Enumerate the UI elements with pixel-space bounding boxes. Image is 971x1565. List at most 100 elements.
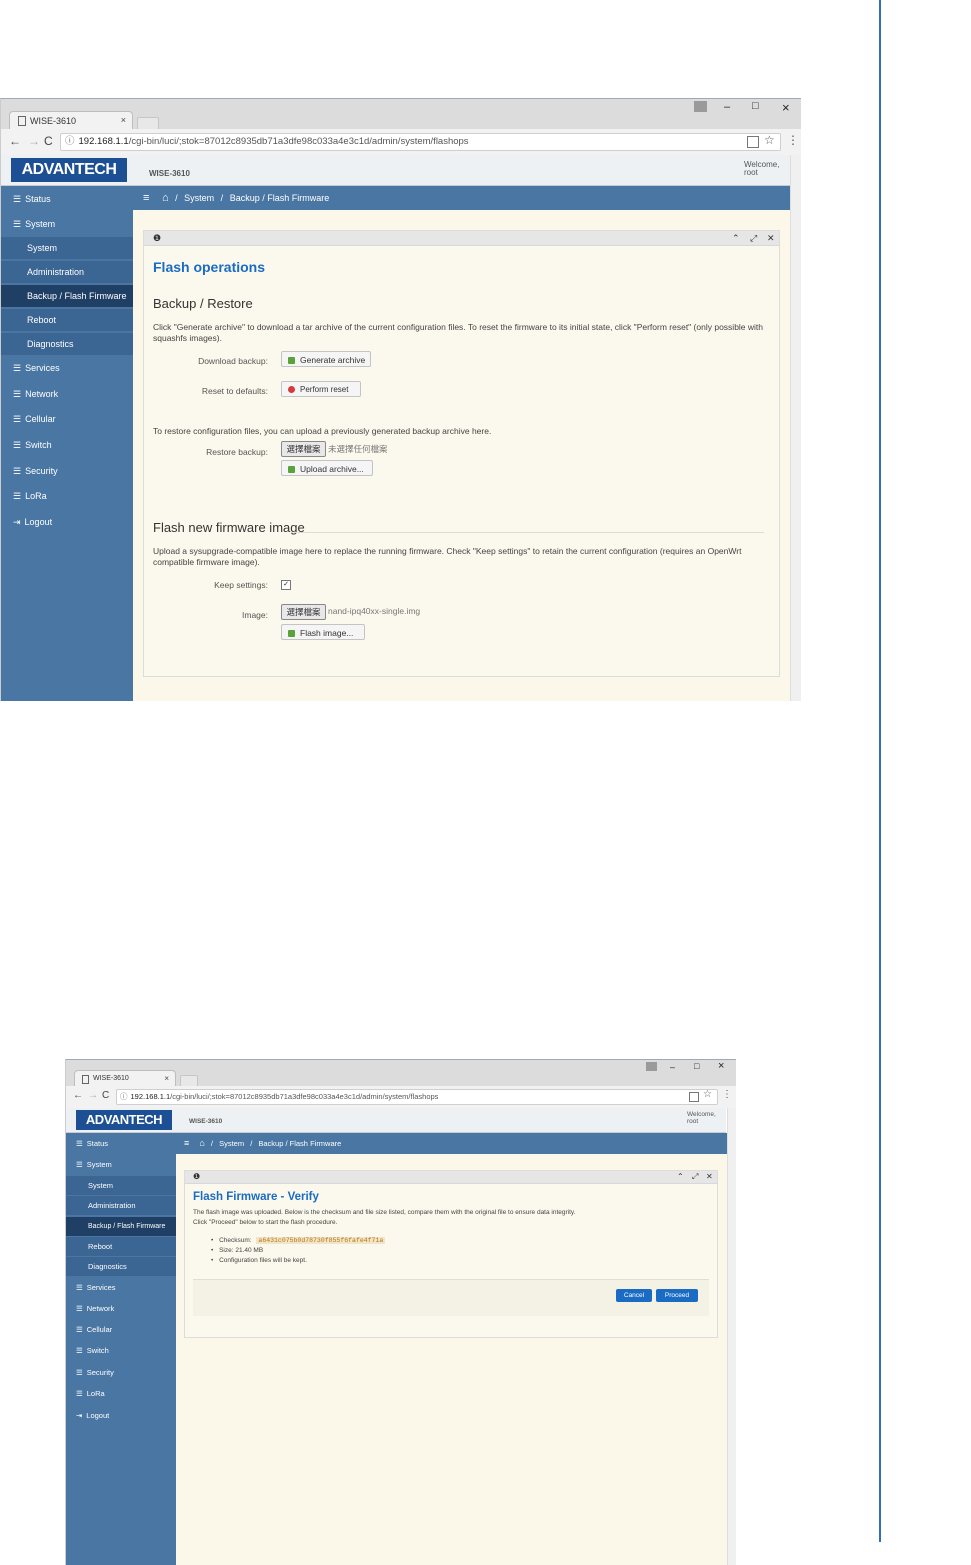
- sidebar-item-logout[interactable]: ⇥ Logout: [66, 1407, 176, 1425]
- sidebar-subitem-diagnostics[interactable]: Diagnostics: [66, 1257, 176, 1276]
- sidebar-item-status[interactable]: ☰ Status: [1, 189, 133, 209]
- sidebar-label: Administration: [27, 267, 85, 277]
- sidebar-item-status[interactable]: ☰ Status: [66, 1135, 176, 1153]
- collapse-icon[interactable]: ⌃: [677, 1172, 684, 1181]
- verify-instruction: Click "Proceed" below to start the flash…: [193, 1219, 338, 1226]
- list-icon: ☰: [76, 1368, 83, 1377]
- maximize-button[interactable]: □: [694, 1061, 699, 1071]
- scrollbar[interactable]: [790, 155, 801, 701]
- profile-icon[interactable]: [694, 101, 707, 112]
- sidebar-item-switch[interactable]: ☰ Switch: [66, 1342, 176, 1360]
- browser-tab[interactable]: WISE-3610 ×: [9, 111, 133, 130]
- browser-tabbar: WISE-3610 × – □ ×: [1, 99, 801, 130]
- sidebar-label: Services: [25, 363, 60, 373]
- minimize-button[interactable]: –: [724, 101, 730, 113]
- sidebar-label: Status: [25, 194, 51, 204]
- sidebar-item-network[interactable]: ☰ Network: [1, 384, 133, 404]
- forward-button[interactable]: →: [28, 134, 40, 148]
- sidebar-item-security[interactable]: ☰ Security: [1, 461, 133, 481]
- sidebar-subitem-reboot[interactable]: Reboot: [66, 1237, 176, 1256]
- home-icon[interactable]: ⌂: [162, 192, 169, 204]
- close-window-button[interactable]: ×: [782, 100, 790, 115]
- breadcrumb-bar: ≡ ⌂ / System / Backup / Flash Firmware: [133, 186, 790, 210]
- advantech-logo[interactable]: ADVANTECH: [76, 1110, 172, 1130]
- checksum-row: • Checksum: a6431c075b0d78730f855f6fafe4…: [211, 1237, 386, 1244]
- browser-toolbar: ← → C ⓘ 192.168.1.1/cgi-bin/luci/;stok=87…: [1, 129, 801, 155]
- sidebar-subitem-system[interactable]: System: [66, 1176, 176, 1195]
- translate-icon[interactable]: [689, 1092, 699, 1102]
- close-panel-icon[interactable]: ✕: [706, 1172, 713, 1181]
- list-icon: ☰: [13, 491, 22, 501]
- star-icon[interactable]: ☆: [703, 1089, 712, 1100]
- profile-icon[interactable]: [646, 1062, 657, 1071]
- no-file-chosen: 未選擇任何檔案: [328, 444, 388, 454]
- advantech-logo[interactable]: ADVANTECH: [11, 158, 127, 182]
- reload-button[interactable]: C: [102, 1090, 109, 1101]
- translate-icon[interactable]: [747, 136, 759, 148]
- browser-toolbar: ← → C ⓘ 192.168.1.1/cgi-bin/luci/;stok=87…: [66, 1086, 736, 1108]
- sidebar: ☰ Status ☰ System System Administration Ba…: [1, 186, 133, 701]
- sidebar-subitem-diagnostics[interactable]: Diagnostics: [1, 333, 133, 355]
- sidebar-item-services[interactable]: ☰ Services: [1, 358, 133, 378]
- address-bar[interactable]: ⓘ 192.168.1.1/cgi-bin/luci/;stok=87012c89…: [60, 133, 781, 151]
- section-title-flash: Flash new firmware image: [153, 520, 305, 535]
- maximize-button[interactable]: □: [752, 100, 759, 112]
- back-button[interactable]: ←: [73, 1090, 83, 1101]
- sidebar-item-services[interactable]: ☰ Services: [66, 1279, 176, 1297]
- minimize-button[interactable]: –: [670, 1062, 675, 1072]
- address-bar[interactable]: ⓘ 192.168.1.1/cgi-bin/luci/;stok=87012c89…: [116, 1089, 718, 1105]
- sidebar-subitem-administration[interactable]: Administration: [1, 261, 133, 283]
- sidebar-subitem-backup-flash[interactable]: Backup / Flash Firmware: [66, 1217, 176, 1236]
- reload-button[interactable]: C: [44, 134, 53, 148]
- list-icon: ☰: [13, 194, 22, 204]
- tab-close-icon[interactable]: ×: [121, 115, 126, 125]
- browser-tab[interactable]: WISE-3610 ×: [74, 1070, 176, 1087]
- verify-description: The flash image was uploaded. Below is t…: [193, 1209, 576, 1216]
- choose-file-button[interactable]: 選擇檔案: [281, 441, 326, 457]
- close-window-button[interactable]: ×: [718, 1060, 724, 1072]
- sidebar-item-switch[interactable]: ☰ Switch: [1, 435, 133, 455]
- upload-archive-button[interactable]: Upload archive...: [281, 460, 373, 476]
- menu-icon[interactable]: ⋮: [722, 1089, 732, 1100]
- breadcrumb-system[interactable]: System: [219, 1139, 244, 1148]
- info-icon: ⓘ: [65, 136, 75, 147]
- sidebar-item-lora[interactable]: ☰ LoRa: [66, 1385, 176, 1403]
- sidebar-subitem-system[interactable]: System: [1, 237, 133, 259]
- flash-image-button[interactable]: Flash image...: [281, 624, 365, 640]
- home-icon[interactable]: ⌂: [199, 1138, 204, 1148]
- forward-button[interactable]: →: [88, 1090, 98, 1101]
- sidebar-item-cellular[interactable]: ☰ Cellular: [66, 1321, 176, 1339]
- generate-archive-button[interactable]: Generate archive: [281, 351, 371, 367]
- hamburger-icon[interactable]: ≡: [184, 1138, 189, 1148]
- proceed-button[interactable]: Proceed: [656, 1289, 698, 1302]
- sidebar-subitem-reboot[interactable]: Reboot: [1, 309, 133, 331]
- list-icon: ☰: [76, 1139, 83, 1148]
- hamburger-icon[interactable]: ≡: [143, 192, 149, 204]
- star-icon[interactable]: ☆: [764, 133, 775, 147]
- sidebar-item-system[interactable]: ☰ System: [1, 214, 133, 234]
- sidebar-subitem-backup-flash[interactable]: Backup / Flash Firmware: [1, 285, 133, 307]
- breadcrumb-system[interactable]: System: [184, 193, 214, 203]
- tab-close-icon[interactable]: ×: [164, 1074, 169, 1083]
- menu-icon[interactable]: ⋮: [787, 133, 799, 147]
- sidebar-label: Network: [86, 1304, 115, 1313]
- expand-icon[interactable]: ⤢: [750, 233, 757, 244]
- sidebar-item-logout[interactable]: ⇥ Logout: [1, 512, 133, 532]
- back-button[interactable]: ←: [9, 134, 21, 148]
- close-panel-icon[interactable]: ✕: [767, 233, 775, 244]
- keep-settings-checkbox[interactable]: ✓: [281, 580, 291, 590]
- cancel-button[interactable]: Cancel: [616, 1289, 652, 1302]
- sidebar-label: Security: [86, 1368, 114, 1377]
- scrollbar[interactable]: [727, 1108, 736, 1565]
- perform-reset-button[interactable]: Perform reset: [281, 381, 361, 397]
- collapse-icon[interactable]: ⌃: [732, 233, 740, 244]
- sidebar-item-lora[interactable]: ☰ LoRa: [1, 486, 133, 506]
- choose-image-button[interactable]: 選擇檔案: [281, 604, 326, 620]
- sidebar-item-network[interactable]: ☰ Network: [66, 1300, 176, 1318]
- sidebar-item-security[interactable]: ☰ Security: [66, 1364, 176, 1382]
- sidebar-item-system[interactable]: ☰ System: [66, 1156, 176, 1174]
- expand-icon[interactable]: ⤢: [692, 1172, 698, 1182]
- sidebar-item-cellular[interactable]: ☰ Cellular: [1, 409, 133, 429]
- bullet-icon: •: [211, 1257, 214, 1264]
- sidebar-subitem-administration[interactable]: Administration: [66, 1196, 176, 1215]
